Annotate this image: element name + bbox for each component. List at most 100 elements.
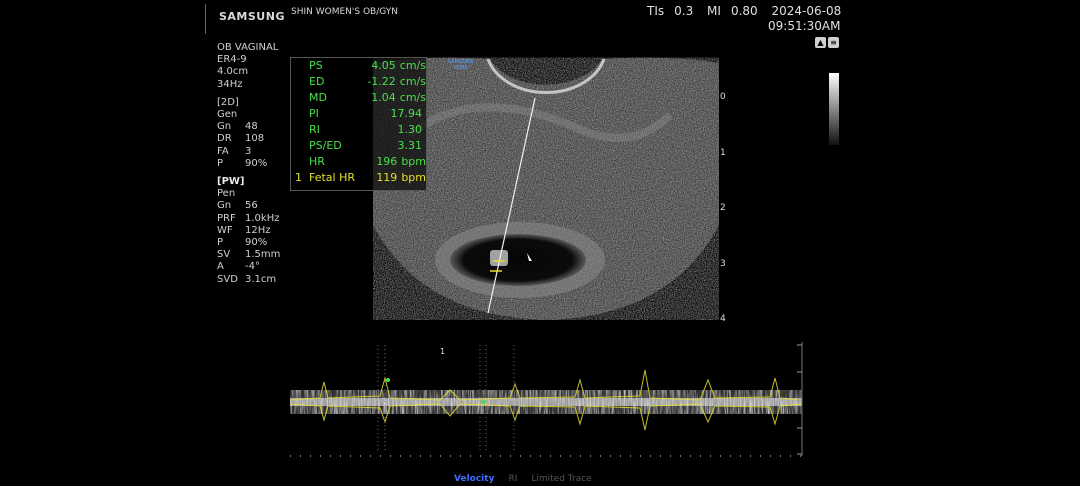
measurement-unit — [422, 106, 426, 122]
depth-tick-2: 2 — [720, 203, 726, 213]
mode-pw-param-row: SV 1.5mm — [217, 249, 280, 261]
fetal-hr-unit: bpm — [401, 171, 426, 184]
mode-2d-param-key: Gn — [217, 121, 232, 133]
doppler-spectrum: 1 — [290, 342, 803, 457]
acoustic-indices: TIs 0.3 MI 0.80 2024-06-08 — [647, 4, 851, 18]
mode-2d-param-row: FA 3 — [217, 146, 280, 158]
mode-2d-param-key: P — [217, 157, 224, 169]
mode-2d-param-value: 90% — [245, 157, 268, 169]
mode-2d-param-row: Gn 48 — [217, 121, 280, 133]
mode-pw-param-value: 1.5mm — [245, 249, 281, 261]
mode-2d-param-value: 3 — [245, 145, 252, 157]
mode-pw-param-value: 90% — [245, 237, 268, 249]
measurement-row: PS 4.05 cm/s — [291, 58, 426, 74]
mode-pw-param-row: WF 12Hz — [217, 225, 280, 237]
mode-2d-param-key: FA — [217, 145, 229, 157]
mode-pw-param-row: A -4° — [217, 261, 280, 273]
tab-limited-trace[interactable]: Limited Trace — [531, 474, 591, 484]
mode-pw-param-row: SVD 3.1cm — [217, 274, 280, 286]
measurement-value: 1.04 — [371, 91, 396, 104]
measurement-row: ED -1.22 cm/s — [291, 74, 426, 90]
mode-pw-param-key: Gn — [217, 200, 232, 212]
tis-label: TIs — [647, 4, 665, 18]
measurement-label: ED — [309, 75, 325, 88]
freeze-icon: ≡ — [828, 37, 839, 48]
mode-pw-param-row: Gn 56 — [217, 200, 280, 212]
grayscale-bar — [829, 73, 839, 145]
mode-2d-param-row: P 90% — [217, 158, 280, 170]
mode-pw-map: Pen — [217, 188, 236, 200]
measurement-value: 17.94 — [390, 107, 423, 120]
fetal-hr-value: 119 — [376, 171, 398, 184]
mode-pw-param-key: PRF — [217, 212, 236, 224]
mode-pw-param-row: PRF 1.0kHz — [217, 213, 280, 225]
measurement-unit: cm/s — [399, 59, 426, 72]
measurement-label: MD — [309, 91, 327, 104]
mode-2d-param-key: DR — [217, 133, 232, 145]
mode-pw-param-value: 12Hz — [245, 224, 271, 236]
mode-pw-param-key: SVD — [217, 273, 238, 285]
tis-value: 0.3 — [674, 4, 694, 18]
measurement-value: 3.31 — [397, 139, 423, 152]
measurement-row: MD 1.04 cm/s — [291, 90, 426, 106]
tab-velocity[interactable]: Velocity — [454, 474, 494, 484]
probe-watermark-line2: HS60 — [454, 65, 468, 71]
mode-2d-map: Gen — [217, 109, 238, 121]
measurement-row: RI 1.30 — [291, 122, 426, 138]
fetal-hr-row: 1 Fetal HR 119 bpm — [291, 170, 426, 186]
measurement-label: RI — [309, 123, 320, 136]
measurement-unit: bpm — [401, 155, 426, 168]
mode-pw-param-key: P — [217, 237, 224, 249]
measurement-unit: cm/s — [399, 75, 426, 88]
measurement-unit — [422, 138, 426, 154]
exam-date: 2024-06-08 — [771, 4, 842, 18]
mode-pw-param-key: WF — [217, 224, 233, 236]
measurement-row: PI 17.94 — [291, 106, 426, 122]
mode-pw-title: [PW] — [217, 176, 245, 188]
measurement-panel: PS 4.05 cm/s ED -1.22 cm/s MD 1.04 cm/s PI 17.94 RI… — [290, 57, 427, 191]
fetal-hr-label: 1 Fetal HR — [295, 171, 356, 184]
measurement-value: 1.30 — [397, 123, 423, 136]
measurement-value: 4.05 — [371, 59, 396, 72]
measurement-label: PS/ED — [309, 139, 342, 152]
measurement-value: -1.22 — [367, 75, 396, 88]
mode-2d-param-value: 108 — [245, 133, 265, 145]
mode-pw-param-value: -4° — [245, 261, 260, 273]
tab-ri[interactable]: RI — [508, 474, 517, 484]
exam-preset: OB VAGINAL — [217, 42, 279, 53]
depth-tick-4: 4 — [720, 314, 726, 324]
hospital-name: SHIN WOMEN'S OB/GYN — [291, 7, 398, 17]
depth-tick-1: 1 — [720, 148, 726, 158]
measurement-row: PS/ED 3.31 — [291, 138, 426, 154]
probe-name: ER4-9 — [217, 54, 247, 66]
measurement-unit — [422, 122, 426, 138]
trace-mode-tabs: Velocity RI Limited Trace — [454, 474, 592, 484]
probe-icon: ▲ — [815, 37, 826, 48]
measurement-value: 196 — [376, 155, 398, 168]
mode-2d-title: [2D] — [217, 96, 239, 108]
mode-pw-param-row: P 90% — [217, 237, 280, 249]
measurement-label: PI — [309, 107, 319, 120]
mode-2d-param-value: 48 — [245, 121, 258, 133]
measurement-unit: cm/s — [399, 91, 426, 104]
mode-pw-param-key: A — [217, 261, 224, 273]
measurement-label: PS — [309, 59, 323, 72]
brand-logo: SAMSUNG — [219, 10, 285, 23]
exam-time: 09:51:30AM — [768, 19, 841, 33]
mi-label: MI — [707, 4, 721, 18]
mode-pw-param-value: 56 — [245, 200, 258, 212]
mode-pw-param-value: 3.1cm — [245, 273, 277, 285]
mode-pw-param-key: SV — [217, 249, 231, 261]
probe-watermark: SAMSUNG HS60 — [448, 59, 473, 71]
status-icons: ▲ ≡ — [815, 37, 839, 48]
measurement-row: HR 196 bpm — [291, 154, 426, 170]
mode-pw-param-value: 1.0kHz — [245, 212, 280, 224]
parameter-panel: OB VAGINAL ER4-9 4.0cm 34Hz [2D] Gen Gn 4… — [217, 42, 280, 286]
measurement-label: HR — [309, 155, 325, 168]
mode-2d-param-row: DR 108 — [217, 133, 280, 145]
mi-value: 0.80 — [730, 4, 758, 18]
brand-divider — [205, 4, 206, 34]
image-depth: 4.0cm — [217, 66, 249, 78]
depth-tick-3: 3 — [720, 259, 726, 269]
depth-tick-0: 0 — [720, 92, 726, 102]
